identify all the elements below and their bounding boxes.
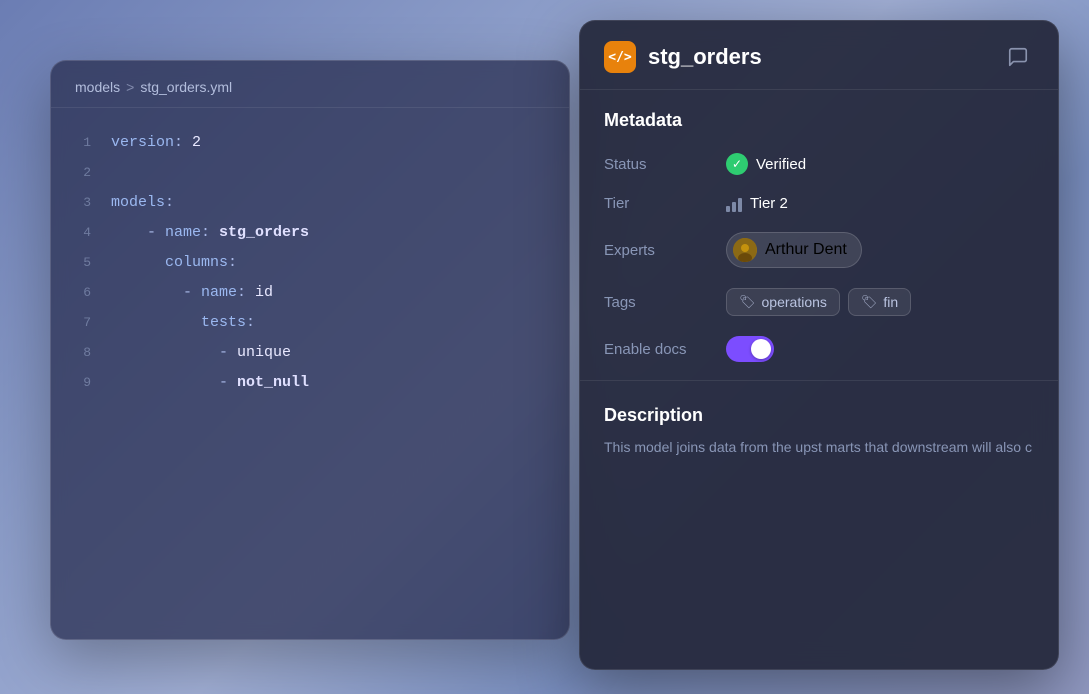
metadata-panel: </> stg_orders Metadata Status ✓ Verifie… (579, 20, 1059, 670)
metadata-section-title: Metadata (580, 90, 1058, 143)
panel-header: </> stg_orders (580, 21, 1058, 90)
line-code-2 (111, 158, 120, 188)
line-num-9: 9 (75, 370, 91, 396)
tag-icon: 🏷 (739, 294, 756, 310)
tier-value: Tier 2 (726, 195, 788, 212)
comment-button[interactable] (1002, 41, 1034, 73)
line-code-1: version: 2 (111, 128, 201, 158)
breadcrumb-separator: > (126, 79, 134, 95)
code-line-9: 9 - not_null (75, 368, 545, 398)
code-line-2: 2 (75, 158, 545, 188)
code-editor-panel: models > stg_orders.yml 1 version: 2 2 3… (50, 60, 570, 640)
enable-docs-label: Enable docs (604, 341, 714, 358)
tag-operations[interactable]: 🏷 operations (726, 288, 840, 316)
title-group: </> stg_orders (604, 41, 762, 73)
status-label: Status (604, 156, 714, 173)
tag-icon-2: 🏷 (861, 294, 878, 310)
line-code-4: - name: stg_orders (111, 218, 309, 248)
description-section: Description This model joins data from t… (580, 389, 1058, 478)
status-row: Status ✓ Verified (580, 143, 1058, 185)
line-num-7: 7 (75, 310, 91, 336)
code-line-3: 3 models: (75, 188, 545, 218)
breadcrumb-part1: models (75, 79, 120, 95)
status-text: Verified (756, 156, 806, 173)
code-line-7: 7 tests: (75, 308, 545, 338)
experts-row: Experts Arthur Dent (580, 222, 1058, 278)
tier-label: Tier (604, 195, 714, 212)
enable-docs-toggle[interactable] (726, 336, 774, 362)
line-num-1: 1 (75, 130, 91, 156)
page-title: stg_orders (648, 44, 762, 70)
line-code-8: - unique (111, 338, 291, 368)
tags-container: 🏷 operations 🏷 fin (726, 288, 911, 316)
divider (580, 380, 1058, 381)
line-code-5: columns: (111, 248, 237, 278)
description-title: Description (604, 389, 1034, 436)
tags-row: Tags 🏷 operations 🏷 fin (580, 278, 1058, 326)
line-num-6: 6 (75, 280, 91, 306)
avatar (733, 238, 757, 262)
code-line-8: 8 - unique (75, 338, 545, 368)
code-line-1: 1 version: 2 (75, 128, 545, 158)
code-content: 1 version: 2 2 3 models: 4 - name: stg_o… (51, 108, 569, 418)
tier-bars-icon (726, 196, 742, 212)
description-text: This model joins data from the upst mart… (604, 436, 1034, 458)
line-num-2: 2 (75, 160, 91, 186)
verified-icon: ✓ (726, 153, 748, 175)
line-num-3: 3 (75, 190, 91, 216)
enable-docs-row: Enable docs (580, 326, 1058, 372)
toggle-knob (751, 339, 771, 359)
code-line-5: 5 columns: (75, 248, 545, 278)
line-code-9: - not_null (111, 368, 309, 398)
expert-chip[interactable]: Arthur Dent (726, 232, 862, 268)
code-line-6: 6 - name: id (75, 278, 545, 308)
status-value: ✓ Verified (726, 153, 806, 175)
tag-label-operations: operations (762, 294, 827, 310)
tier-text: Tier 2 (750, 195, 788, 212)
tag-fin[interactable]: 🏷 fin (848, 288, 911, 316)
tier-row: Tier Tier 2 (580, 185, 1058, 222)
tags-label: Tags (604, 294, 714, 311)
expert-name: Arthur Dent (765, 241, 847, 259)
tag-label-fin: fin (883, 294, 898, 310)
line-num-5: 5 (75, 250, 91, 276)
model-icon: </> (604, 41, 636, 73)
breadcrumb-part2: stg_orders.yml (140, 79, 232, 95)
line-num-8: 8 (75, 340, 91, 366)
breadcrumb: models > stg_orders.yml (51, 61, 569, 108)
line-code-7: tests: (111, 308, 255, 338)
line-code-3: models: (111, 188, 174, 218)
code-line-4: 4 - name: stg_orders (75, 218, 545, 248)
experts-label: Experts (604, 242, 714, 259)
line-code-6: - name: id (111, 278, 273, 308)
line-num-4: 4 (75, 220, 91, 246)
